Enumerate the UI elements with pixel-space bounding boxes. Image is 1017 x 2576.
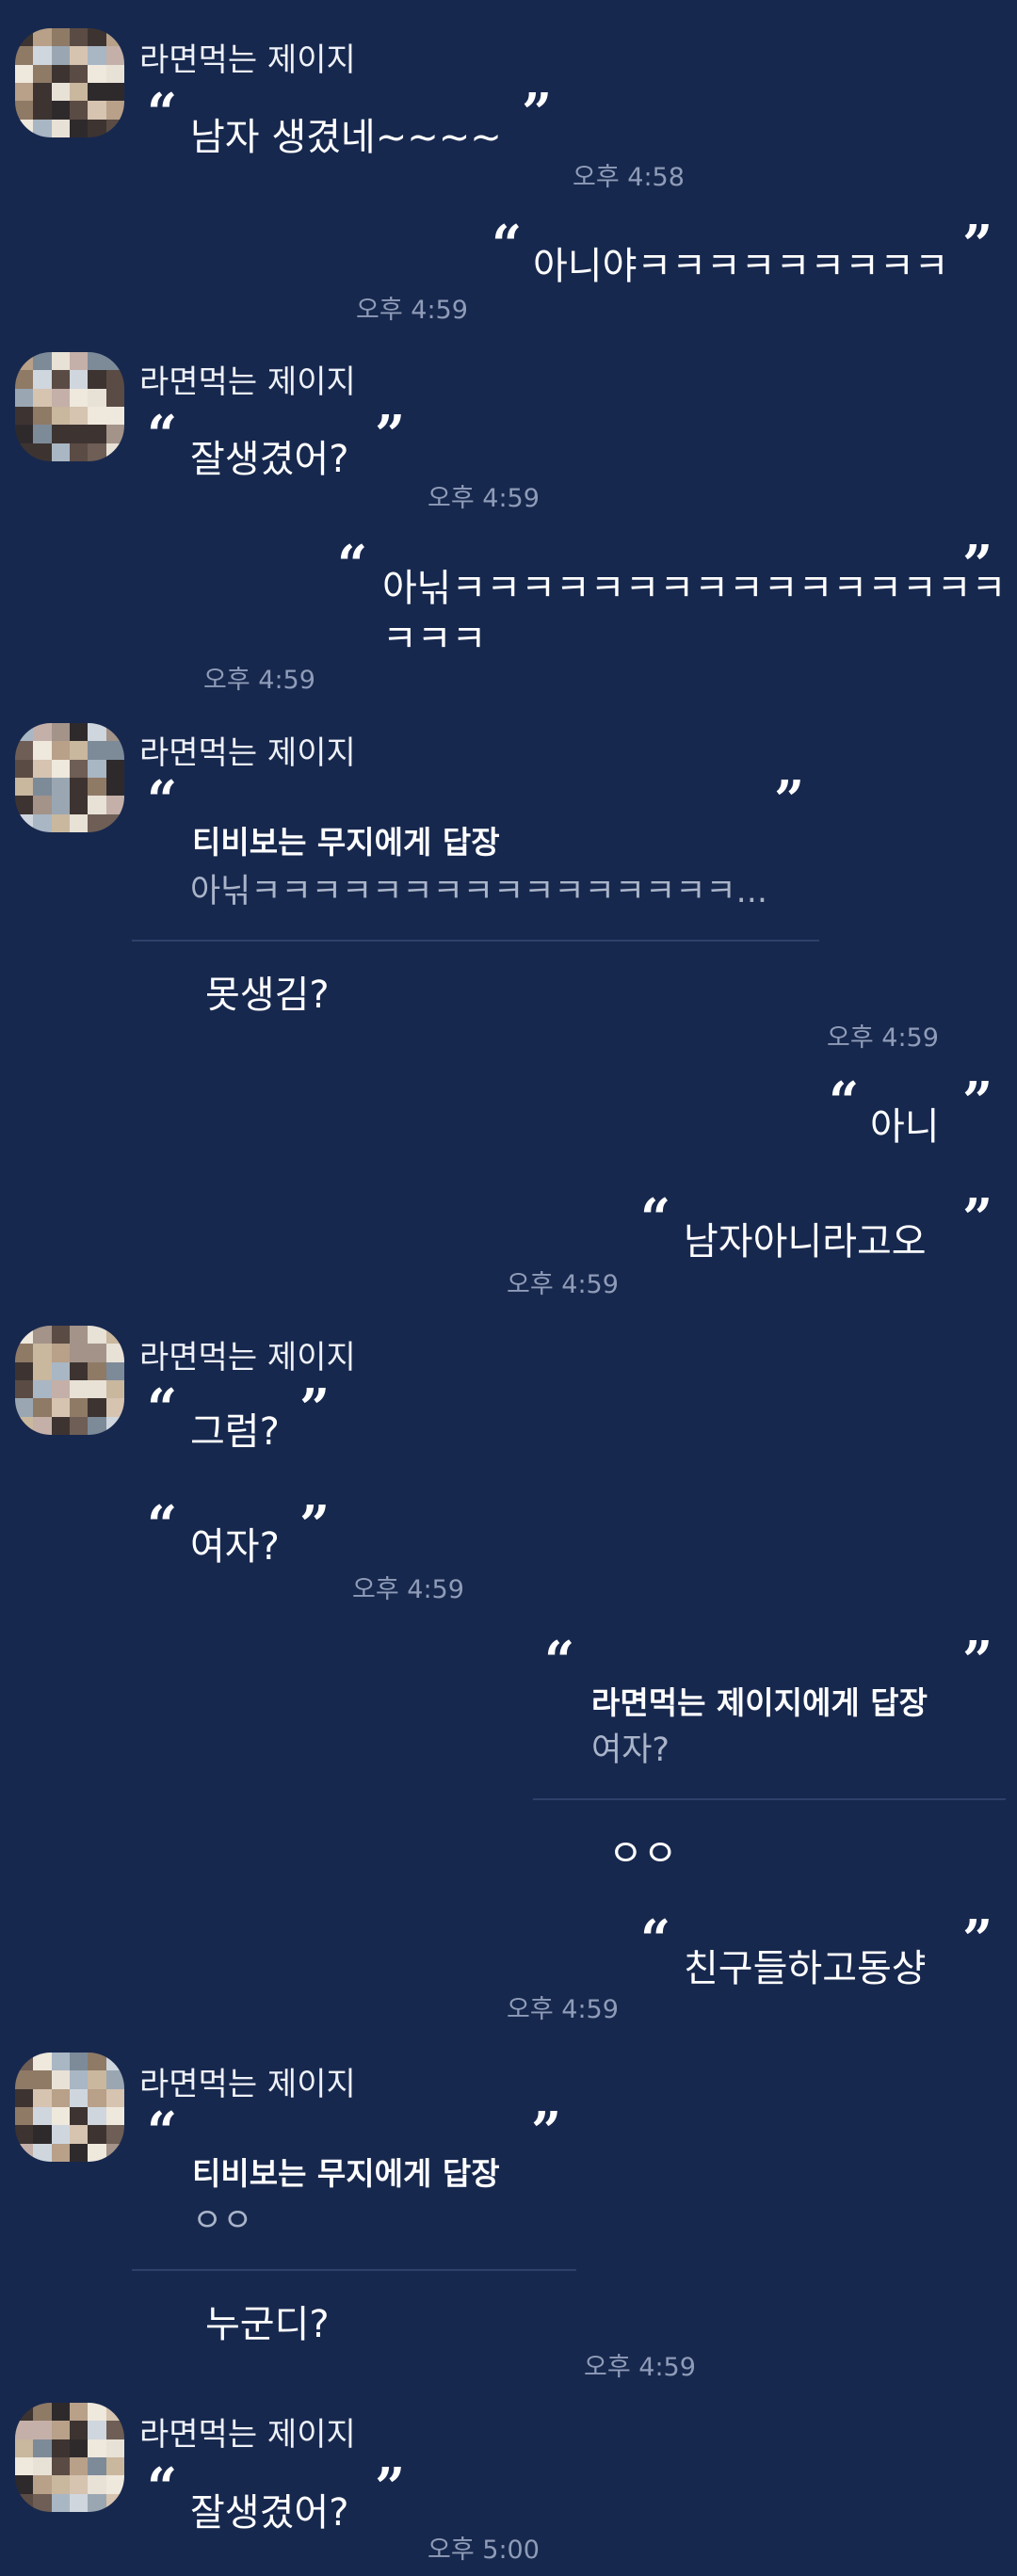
quote-close-icon: ” [962, 534, 993, 596]
quote-close-icon: ” [375, 2456, 406, 2519]
avatar[interactable] [15, 28, 124, 137]
avatar[interactable] [15, 723, 124, 832]
sender-name: 라면먹는 제이지 [139, 1339, 356, 1377]
reply-quote[interactable]: 여자? [591, 1723, 670, 1771]
reply-header[interactable]: 티비보는 무지에게 답장 [192, 2149, 500, 2194]
quote-close-icon: ” [522, 82, 553, 144]
message-text[interactable]: 아니 [870, 1100, 940, 1154]
quote-open-icon: “ [147, 2456, 178, 2519]
message-text[interactable]: 그럼? [190, 1405, 280, 1459]
message-text[interactable]: 누군디? [205, 2297, 330, 2352]
quote-open-icon: “ [147, 404, 178, 466]
reply-quote[interactable]: 아닊ㅋㅋㅋㅋㅋㅋㅋㅋㅋㅋㅋㅋㅋㅋㅋㅋ... [190, 864, 767, 912]
quote-close-icon: ” [375, 404, 406, 466]
reply-divider [533, 1798, 1006, 1800]
avatar[interactable] [15, 352, 124, 461]
sender-name: 라면먹는 제이지 [139, 734, 356, 772]
message-text[interactable]: 잘생겼어? [190, 432, 348, 487]
message-text[interactable]: 남자 생겼네~~~~ [190, 110, 502, 165]
reply-header[interactable]: 티비보는 무지에게 답장 [192, 817, 500, 862]
message-time: 오후 5:00 [428, 2536, 540, 2565]
message-time: 오후 4:59 [428, 484, 540, 513]
quote-open-icon: “ [147, 1494, 178, 1556]
message-text[interactable]: 친구들하고동샹 [684, 1941, 927, 1996]
message-text[interactable]: 잘생겼어? [190, 2486, 348, 2540]
quote-close-icon: ” [774, 769, 805, 831]
quote-open-icon: “ [640, 1908, 671, 1971]
quote-open-icon: “ [337, 534, 368, 596]
message-time: 오후 4:59 [827, 1023, 939, 1053]
message-text[interactable]: ㅇㅇ [608, 1827, 678, 1881]
quote-close-icon: ” [531, 2101, 562, 2163]
quote-close-icon: ” [962, 1071, 993, 1133]
message-text-continued[interactable]: ㅋㅋㅋ [382, 612, 486, 667]
message-time: 오후 4:58 [573, 163, 685, 192]
quote-close-icon: ” [962, 1187, 993, 1249]
message-time: 오후 4:59 [584, 2353, 696, 2382]
quote-close-icon: ” [962, 214, 993, 276]
sender-name: 라면먹는 제이지 [139, 41, 356, 79]
quote-close-icon: ” [299, 1377, 331, 1440]
message-text[interactable]: 못생김? [205, 968, 330, 1022]
reply-header[interactable]: 라면먹는 제이지에게 답장 [591, 1678, 928, 1723]
quote-open-icon: “ [492, 214, 523, 276]
quote-open-icon: “ [147, 2101, 178, 2163]
message-time: 오후 4:59 [507, 1995, 619, 2024]
quote-close-icon: ” [962, 1908, 993, 1971]
quote-open-icon: “ [147, 1377, 178, 1440]
avatar[interactable] [15, 2053, 124, 2162]
quote-open-icon: “ [544, 1630, 575, 1692]
quote-open-icon: “ [147, 82, 178, 144]
sender-name: 라면먹는 제이지 [139, 363, 356, 401]
quote-close-icon: ” [299, 1494, 331, 1556]
quote-open-icon: “ [640, 1187, 671, 1249]
sender-name: 라면먹는 제이지 [139, 2066, 356, 2103]
message-time: 오후 4:59 [352, 1575, 464, 1604]
quote-open-icon: “ [829, 1071, 860, 1133]
reply-divider [132, 2269, 576, 2271]
avatar[interactable] [15, 2403, 124, 2512]
message-text[interactable]: 남자아니라고오 [684, 1215, 927, 1269]
reply-divider [132, 940, 819, 942]
message-time: 오후 4:59 [203, 666, 315, 695]
avatar[interactable] [15, 1326, 124, 1435]
sender-name: 라면먹는 제이지 [139, 2416, 356, 2454]
quote-open-icon: “ [147, 769, 178, 831]
reply-quote[interactable]: ㅇㅇ [192, 2194, 252, 2242]
quote-close-icon: ” [962, 1630, 993, 1692]
message-time: 오후 4:59 [356, 296, 468, 325]
message-text[interactable]: 여자? [190, 1520, 280, 1574]
message-text[interactable]: 아닊ㅋㅋㅋㅋㅋㅋㅋㅋㅋㅋㅋㅋㅋㅋㅋㅋ [382, 561, 1006, 616]
message-text[interactable]: 아니야ㅋㅋㅋㅋㅋㅋㅋㅋㅋ [533, 239, 949, 294]
message-time: 오후 4:59 [507, 1270, 619, 1299]
